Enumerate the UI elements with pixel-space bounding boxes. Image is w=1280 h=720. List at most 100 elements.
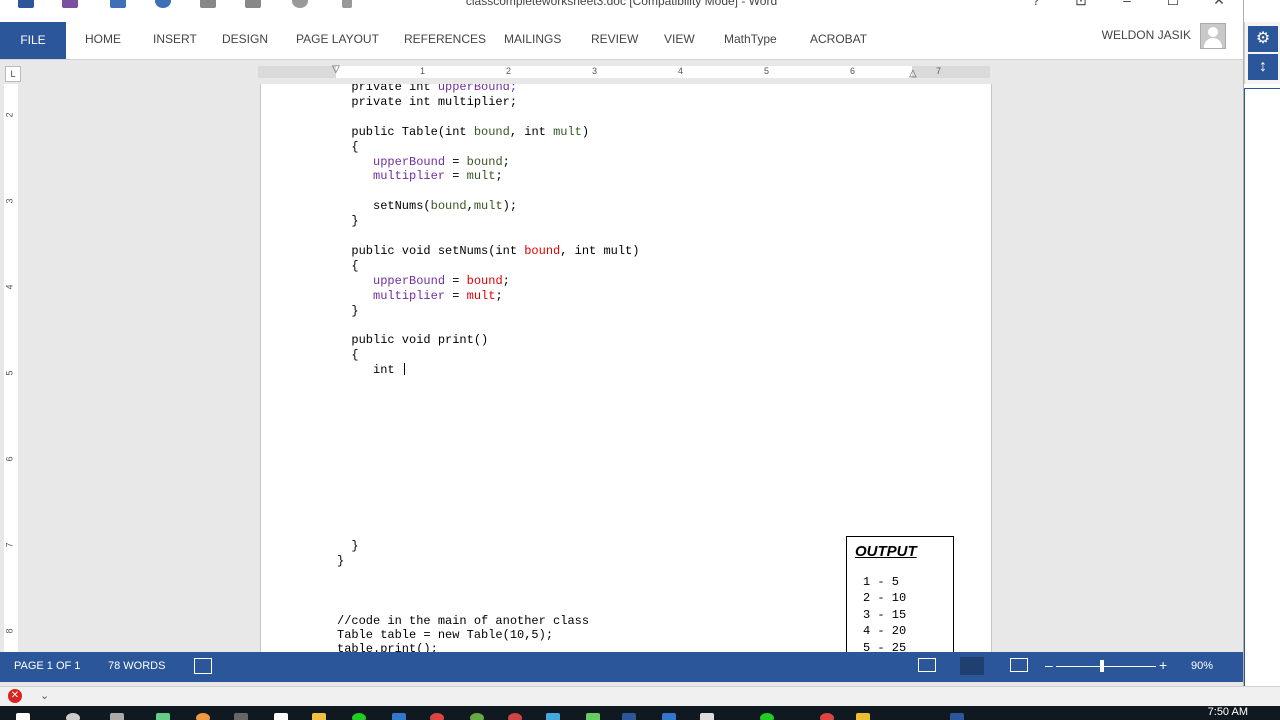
- tab-file[interactable]: FILE: [0, 22, 66, 59]
- side-pane: [1244, 88, 1280, 689]
- word-taskbar-icon[interactable]: [622, 713, 636, 720]
- tab-mathtype[interactable]: MathType: [724, 32, 777, 46]
- zoom-out-button[interactable]: –: [1045, 657, 1053, 673]
- avatar[interactable]: [1200, 23, 1226, 49]
- tab-acrobat[interactable]: ACROBAT: [810, 32, 867, 46]
- code-line: private int upperBound;: [337, 84, 517, 94]
- app-icon[interactable]: [546, 713, 560, 720]
- code-token: =: [445, 169, 467, 184]
- app-icon[interactable]: [856, 713, 870, 720]
- ruler-number: 7: [936, 66, 942, 76]
- web-layout-icon[interactable]: [1010, 658, 1028, 672]
- app-icon[interactable]: [820, 713, 834, 720]
- app-icon[interactable]: [586, 713, 600, 720]
- code-token: bound: [473, 124, 510, 139]
- app-icon[interactable]: [470, 713, 484, 720]
- code-token: }: [337, 303, 359, 318]
- code-token: ;: [495, 169, 503, 184]
- zoom-in-button[interactable]: +: [1159, 657, 1167, 673]
- outlook-icon[interactable]: [392, 713, 406, 720]
- read-mode-icon[interactable]: [918, 658, 936, 672]
- close-button[interactable]: ✕: [1196, 0, 1242, 12]
- code-token: setNums(: [337, 199, 431, 214]
- proofing-icon[interactable]: [194, 658, 212, 674]
- app-icon[interactable]: [760, 713, 774, 720]
- code-token: private int multiplier;: [337, 94, 518, 109]
- windows-start-icon[interactable]: [16, 713, 30, 720]
- app-icon[interactable]: [662, 713, 676, 720]
- chevron-down-icon[interactable]: ⌄: [40, 689, 49, 702]
- document-page[interactable]: private int upperBound; private int mult…: [260, 84, 992, 652]
- code-line: private int multiplier;: [337, 95, 517, 109]
- code-token: public Table(int: [337, 124, 474, 139]
- tab-design[interactable]: DESIGN: [222, 32, 268, 46]
- ruler-number: 2: [4, 112, 15, 118]
- code-token: =: [445, 273, 467, 288]
- chrome-icon[interactable]: [196, 713, 210, 720]
- user-name[interactable]: WELDON JASIK: [1102, 28, 1191, 42]
- tab-mailings[interactable]: MAILINGS: [504, 32, 561, 46]
- code-token: }: [337, 214, 359, 229]
- vertical-ruler[interactable]: 2 3 4 5 6 7 8: [4, 84, 18, 652]
- right-indent-marker[interactable]: △: [909, 68, 917, 79]
- error-icon[interactable]: ✕: [8, 689, 22, 703]
- task-view-icon[interactable]: [110, 713, 124, 720]
- code-token: int: [337, 363, 402, 378]
- tab-references[interactable]: REFERENCES: [404, 32, 486, 46]
- code-line: public void print(): [337, 333, 488, 347]
- ruler-number: 4: [4, 284, 15, 290]
- zoom-level[interactable]: 90%: [1191, 660, 1213, 672]
- help-button[interactable]: ?: [1013, 0, 1059, 12]
- zoom-slider-thumb[interactable]: [1100, 660, 1104, 672]
- tab-review[interactable]: REVIEW: [591, 32, 638, 46]
- ruler-number: 3: [4, 198, 15, 204]
- code-token: {: [337, 139, 359, 154]
- minimize-button[interactable]: –: [1104, 0, 1150, 12]
- app-icon[interactable]: [156, 713, 170, 720]
- code-line: multiplier = mult;: [337, 289, 503, 303]
- code-token: ): [581, 124, 590, 139]
- tab-insert[interactable]: INSERT: [153, 32, 197, 46]
- code-token: ,: [466, 199, 474, 214]
- resize-icon[interactable]: ↕: [1248, 54, 1278, 80]
- ribbon-display-button[interactable]: ⊡: [1058, 0, 1104, 12]
- code-line: table.print();: [337, 642, 438, 652]
- zoom-slider[interactable]: [1056, 666, 1156, 667]
- tab-view[interactable]: VIEW: [664, 32, 695, 46]
- tab-home[interactable]: HOME: [85, 32, 121, 46]
- horizontal-ruler[interactable]: ▽ △ 1 2 3 4 5 6 7: [258, 64, 990, 79]
- output-line: 3 - 15: [863, 608, 907, 622]
- code-line: {: [337, 259, 358, 273]
- word-count[interactable]: 78 WORDS: [108, 660, 165, 672]
- app-icon[interactable]: [700, 713, 714, 720]
- tab-selector[interactable]: L: [5, 66, 21, 82]
- ruler-number: 1: [420, 66, 426, 76]
- code-token: , int mult): [560, 243, 640, 258]
- app-icon[interactable]: [508, 713, 522, 720]
- code-line: setNums(bound,mult);: [337, 199, 517, 213]
- first-line-indent-marker[interactable]: ▽: [332, 64, 340, 75]
- code-token: mult: [553, 124, 582, 139]
- tab-page-layout[interactable]: PAGE LAYOUT: [296, 32, 379, 46]
- ruler-number: 2: [506, 66, 512, 76]
- search-icon[interactable]: [66, 713, 80, 720]
- settings-icon[interactable]: ⚙: [1248, 26, 1278, 52]
- app-icon[interactable]: [430, 713, 444, 720]
- code-token: bound: [466, 154, 503, 169]
- code-token: mult: [473, 199, 503, 214]
- print-layout-icon[interactable]: [960, 657, 984, 675]
- app-icon[interactable]: [274, 713, 288, 720]
- page-count[interactable]: PAGE 1 OF 1: [14, 660, 80, 672]
- output-box: OUTPUT 1 - 5 2 - 10 3 - 15 4 - 20 5 - 25: [846, 536, 954, 652]
- maximize-button[interactable]: ☐: [1150, 0, 1196, 12]
- app-icon[interactable]: [234, 713, 248, 720]
- code-token: bound: [524, 243, 561, 258]
- app-icon[interactable]: [950, 713, 964, 720]
- spotify-icon[interactable]: [352, 713, 366, 720]
- file-explorer-icon[interactable]: [312, 713, 326, 720]
- code-token: =: [445, 154, 467, 169]
- clock[interactable]: 7:50 AM: [1208, 706, 1248, 718]
- code-token: ;: [502, 273, 510, 288]
